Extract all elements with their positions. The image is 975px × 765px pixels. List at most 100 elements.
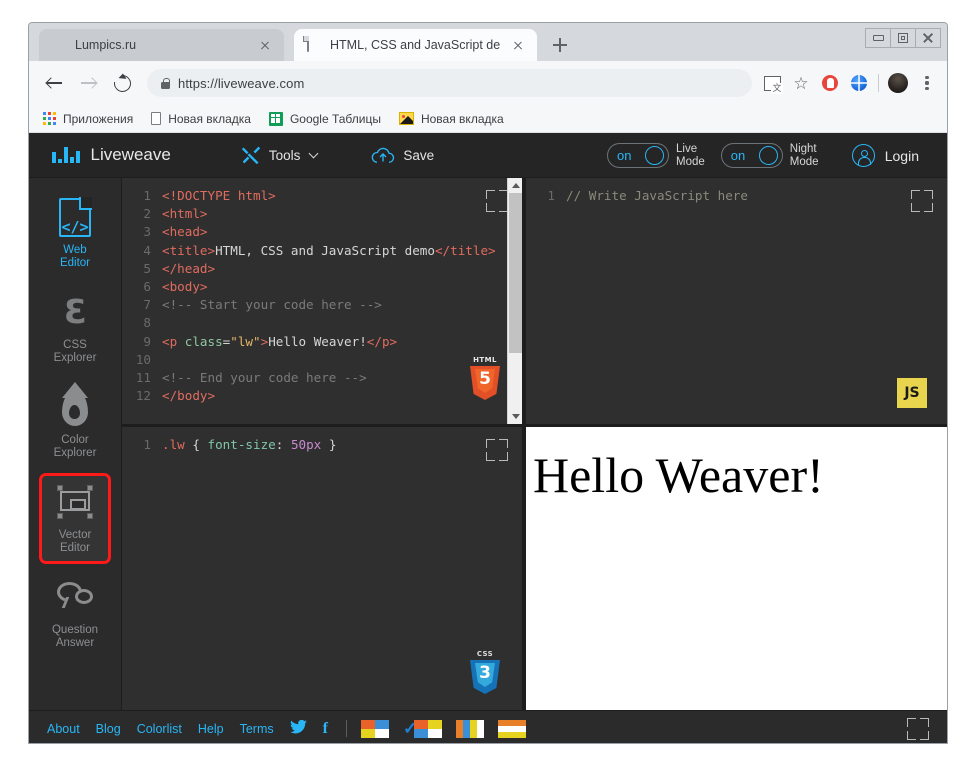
profile-avatar[interactable]: [888, 73, 908, 93]
css-editor-pane[interactable]: 1.lw { font-size: 50px } CSS 3: [122, 427, 522, 710]
css3-badge: CSS 3: [470, 660, 500, 694]
code-line: 7<!-- Start your code here -->: [122, 296, 522, 314]
user-icon: [852, 144, 875, 167]
adblock-extension-icon[interactable]: [820, 73, 840, 93]
maximize-button[interactable]: [890, 28, 916, 48]
minimize-icon: [873, 35, 884, 41]
live-mode-toggle[interactable]: on Live Mode: [607, 143, 705, 168]
scroll-up-icon[interactable]: [508, 178, 522, 193]
html-editor-pane[interactable]: 1<!DOCTYPE html>2<html>3<head>4<title>HT…: [122, 178, 522, 427]
chevron-down-icon: [309, 149, 319, 159]
js-code[interactable]: 1// Write JavaScript here: [526, 178, 947, 205]
code-line: 3<head>: [122, 223, 522, 241]
app-footer: About Blog Colorlist Help Terms f ✓: [29, 710, 947, 744]
back-button[interactable]: [39, 68, 69, 98]
browser-menu-icon[interactable]: [917, 73, 937, 93]
night-mode-toggle[interactable]: on Night Mode: [721, 143, 819, 168]
save-label: Save: [403, 148, 434, 163]
footer-swatches: ✓: [361, 719, 526, 739]
css3-icon: 3: [56, 293, 94, 333]
live-mode-label: Live Mode: [676, 143, 705, 168]
vector-editor-icon: [56, 483, 94, 523]
footer-link-help[interactable]: Help: [198, 722, 224, 736]
code-text: </head>: [162, 260, 215, 278]
palette-swatch-2-selected[interactable]: ✓: [403, 719, 442, 739]
reload-button[interactable]: [107, 68, 137, 98]
bookmark-label: Google Таблицы: [290, 112, 381, 126]
footer-link-about[interactable]: About: [47, 722, 80, 736]
code-text: <!-- Start your code here -->: [162, 296, 382, 314]
code-text: <html>: [162, 205, 208, 223]
code-line: 12</body>: [122, 387, 522, 405]
palette-swatch-4[interactable]: [498, 720, 526, 738]
browser-tab-demo[interactable]: HTML, CSS and JavaScript demo: [294, 29, 537, 61]
sidebar-item-color-explorer[interactable]: Color Explorer: [39, 378, 111, 469]
expand-icon[interactable]: [911, 190, 933, 212]
save-button[interactable]: Save: [371, 146, 434, 165]
expand-icon[interactable]: [486, 190, 508, 212]
app-body: </> Web Editor 3 CSS Explorer: [29, 178, 947, 710]
bars-logo-icon: [52, 147, 80, 163]
scroll-down-icon[interactable]: [508, 409, 522, 424]
app-header: Liveweave Tools Save: [29, 133, 947, 178]
bookmark-apps[interactable]: Приложения: [43, 112, 133, 126]
document-icon: [306, 37, 322, 53]
code-text: <!DOCTYPE html>: [162, 187, 276, 205]
sidebar-item-css-explorer[interactable]: 3 CSS Explorer: [39, 283, 111, 374]
line-number: 12: [122, 387, 162, 405]
code-line: 10: [122, 351, 522, 369]
switch-knob: [759, 146, 778, 165]
address-bar[interactable]: https://liveweave.com: [147, 69, 752, 97]
line-number: 11: [122, 369, 162, 387]
login-button[interactable]: Login: [852, 133, 919, 178]
brand-logo[interactable]: Liveweave: [52, 145, 171, 165]
twitter-icon[interactable]: [290, 720, 307, 738]
bookmark-google-sheets[interactable]: Google Таблицы: [269, 112, 381, 126]
code-text: .lw { font-size: 50px }: [162, 436, 336, 454]
js-editor-pane[interactable]: 1// Write JavaScript here JS: [526, 178, 947, 427]
night-mode-switch[interactable]: on: [721, 143, 783, 168]
code-line: 9<p class="lw">Hello Weaver!</p>: [122, 333, 522, 351]
footer-link-colorlist[interactable]: Colorlist: [137, 722, 182, 736]
minimize-button[interactable]: [865, 28, 891, 48]
globe-extension-icon[interactable]: [849, 73, 869, 93]
tools-menu[interactable]: Tools: [241, 145, 318, 165]
footer-links: About Blog Colorlist Help Terms: [47, 722, 274, 736]
close-icon[interactable]: [509, 36, 527, 54]
divider: [346, 720, 347, 737]
bookmark-star-icon[interactable]: ☆: [791, 73, 811, 93]
live-mode-switch[interactable]: on: [607, 143, 669, 168]
line-number: 4: [122, 242, 162, 260]
sidebar-item-web-editor[interactable]: </> Web Editor: [39, 188, 111, 279]
footer-link-blog[interactable]: Blog: [96, 722, 121, 736]
bookmark-new-tab-2[interactable]: Новая вкладка: [399, 112, 504, 126]
html-code[interactable]: 1<!DOCTYPE html>2<html>3<head>4<title>HT…: [122, 178, 522, 405]
html-editor-scrollbar[interactable]: [507, 178, 522, 424]
forward-button[interactable]: [73, 68, 103, 98]
palette-swatch-1[interactable]: [361, 720, 389, 738]
expand-icon[interactable]: [486, 439, 508, 461]
line-number: 6: [122, 278, 162, 296]
code-line: 5</head>: [122, 260, 522, 278]
palette-swatch-3[interactable]: [456, 720, 484, 738]
close-window-button[interactable]: [915, 28, 941, 48]
translate-icon[interactable]: [762, 73, 782, 93]
scrollbar-thumb[interactable]: [509, 193, 522, 353]
sidebar-item-question-answer[interactable]: Question Answer: [39, 568, 111, 659]
css-code[interactable]: 1.lw { font-size: 50px }: [122, 427, 522, 454]
preview-pane[interactable]: Hello Weaver!: [526, 427, 947, 710]
new-tab-button[interactable]: [549, 34, 571, 56]
web-editor-icon: </>: [56, 198, 94, 238]
line-number: 1: [526, 187, 566, 205]
close-icon[interactable]: [256, 36, 274, 54]
sidebar-item-label: CSS Explorer: [54, 339, 97, 365]
bookmark-new-tab-1[interactable]: Новая вкладка: [151, 112, 251, 126]
code-line: 8: [122, 314, 522, 332]
sidebar-item-vector-editor[interactable]: Vector Editor: [39, 473, 111, 564]
line-number: 1: [122, 436, 162, 454]
footer-link-terms[interactable]: Terms: [240, 722, 274, 736]
left-editor-column: 1<!DOCTYPE html>2<html>3<head>4<title>HT…: [122, 178, 526, 710]
facebook-icon[interactable]: f: [323, 720, 328, 738]
expand-icon[interactable]: [907, 718, 929, 740]
browser-tab-lumpics[interactable]: Lumpics.ru: [39, 29, 284, 61]
